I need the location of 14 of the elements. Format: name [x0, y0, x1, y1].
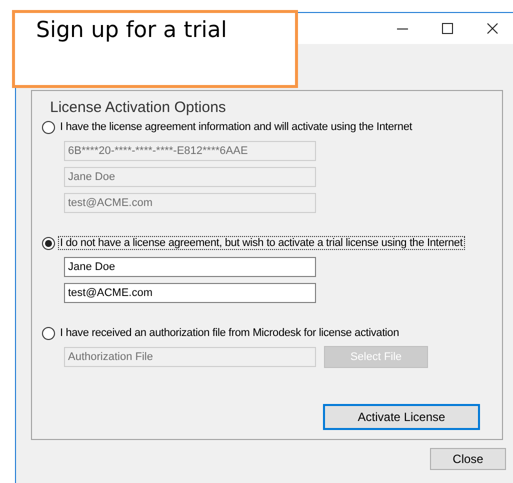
radio-label[interactable]: I have the license agreement information and will activate using the Internet [58, 120, 414, 134]
input-field[interactable]: test@ACME.com [64, 283, 316, 303]
close-button[interactable]: Close [430, 448, 506, 470]
group-title: License Activation Options [50, 99, 227, 117]
callout-text: Sign up for a trial [36, 18, 227, 43]
radio-button[interactable] [42, 236, 55, 250]
radio-label[interactable]: I do not have a license agreement, but wish to activate a trial license using the Internet [58, 236, 465, 250]
maximize-icon[interactable] [442, 23, 453, 34]
input-field[interactable]: Jane Doe [64, 257, 316, 277]
activate-license-button[interactable]: Activate License [323, 404, 480, 430]
radio-label[interactable]: I have received an authorization file from Microdesk for license activation [58, 326, 402, 340]
radio-button[interactable] [42, 120, 55, 134]
close-icon[interactable] [487, 23, 498, 34]
radio-button[interactable] [42, 326, 55, 340]
